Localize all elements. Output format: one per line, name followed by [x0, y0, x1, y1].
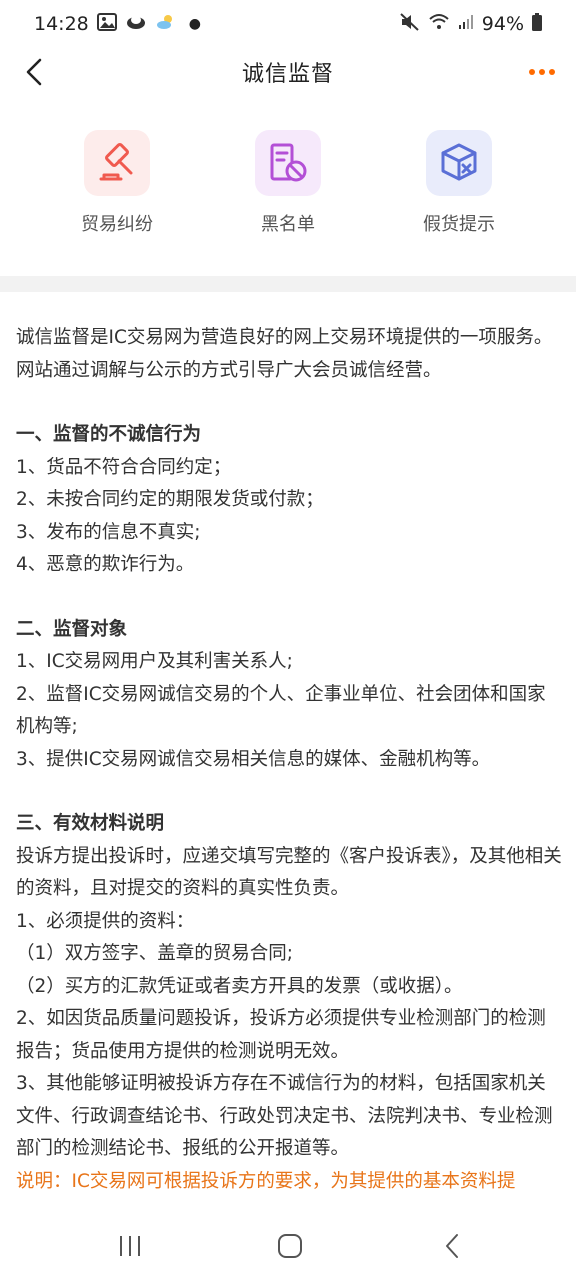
- list-item: 3、提供IC交易网诚信交易相关信息的媒体、金融机构等。: [16, 748, 491, 770]
- section-heading: 二、监督对象: [16, 618, 128, 640]
- list-item: 1、必须提供的资料：: [16, 910, 195, 932]
- section-divider: [0, 276, 576, 292]
- wifi-icon: [428, 13, 450, 36]
- nav-back-icon: [446, 1234, 458, 1258]
- more-dots-icon: [529, 69, 555, 75]
- feature-label: 贸易纠纷: [81, 214, 153, 235]
- page-title: 诚信监督: [241, 62, 334, 87]
- more-menu-button[interactable]: [526, 56, 558, 88]
- list-item: 4、恶意的欺诈行为。: [16, 554, 195, 575]
- system-nav-bar: [0, 1212, 576, 1280]
- battery-icon: [532, 12, 542, 36]
- list-item: 投诉方提出投诉时，应递交填写完整的《客户投诉表》，及其他相关的资料，且对提交的资…: [16, 845, 562, 900]
- article-content: 诚信监督是IC交易网为营造良好的网上交易环境提供的一项服务。网站通过调解与公示的…: [16, 322, 562, 1198]
- note-text: 说明：IC交易网可根据投诉方的要求，为其提供的基本资料提: [16, 1170, 516, 1192]
- notification-dot-icon: ●: [188, 16, 201, 32]
- recent-apps-icon: [120, 1236, 140, 1256]
- feature-fake-goods[interactable]: 假货提示: [389, 130, 529, 250]
- recent-apps-button[interactable]: [110, 1226, 150, 1266]
- feature-trade-dispute[interactable]: 贸易纠纷: [47, 130, 187, 250]
- nav-back-button[interactable]: [432, 1226, 472, 1266]
- status-right: 94%: [400, 12, 542, 36]
- fake-box-icon: [441, 143, 477, 181]
- gavel-icon: [99, 143, 133, 181]
- status-time: 14:28: [34, 13, 89, 35]
- list-item: 2、如因货品质量问题投诉，投诉方必须提供专业检测部门的检测报告；货品使用方提供的…: [16, 1008, 546, 1062]
- feature-tile: [255, 130, 321, 196]
- list-item: 3、发布的信息不真实;: [16, 521, 201, 543]
- feature-label: 黑名单: [261, 214, 315, 235]
- status-bar: 14:28 ● 94%: [0, 0, 576, 48]
- status-left: 14:28 ●: [34, 12, 201, 36]
- intro-paragraph: 诚信监督是IC交易网为营造良好的网上交易环境提供的一项服务。网站通过调解与公示的…: [16, 327, 553, 381]
- list-item: 1、货品不符合合同约定；: [16, 456, 232, 478]
- weather-app-icon: [125, 13, 147, 36]
- section-heading: 三、有效材料说明: [16, 813, 165, 834]
- battery-percent: 94%: [481, 13, 524, 35]
- list-item: 1、IC交易网用户及其利害关系人;: [16, 651, 293, 672]
- feature-shortcuts: 贸易纠纷 黑名单 假货提示: [0, 130, 576, 250]
- feature-tile: [84, 130, 150, 196]
- home-icon: [278, 1234, 302, 1258]
- signal-icon: [458, 13, 474, 35]
- cloud-sun-icon: [155, 13, 175, 35]
- list-item: 3、其他能够证明被投诉方存在不诚信行为的材料，包括国家机关文件、行政调查结论书、…: [16, 1073, 553, 1159]
- gallery-icon: [96, 12, 117, 36]
- feature-blacklist[interactable]: 黑名单: [218, 130, 358, 250]
- mute-icon: [400, 12, 420, 36]
- feature-tile: [426, 130, 492, 196]
- back-button[interactable]: [18, 56, 50, 88]
- app-header: 诚信监督: [0, 48, 576, 96]
- list-item: 2、监督IC交易网诚信交易的个人、企事业单位、社会团体和国家机构等;: [16, 683, 546, 738]
- list-item: 2、未按合同约定的期限发货或付款；: [16, 489, 324, 510]
- feature-label: 假货提示: [423, 214, 495, 235]
- list-item: （2）买方的汇款凭证或者卖方开具的发票（或收据）。: [16, 975, 463, 997]
- section-heading: 一、监督的不诚信行为: [16, 424, 202, 445]
- list-item: （1）双方签字、盖章的贸易合同;: [16, 943, 294, 964]
- back-arrow-icon: [26, 58, 42, 86]
- home-button[interactable]: [270, 1226, 310, 1266]
- blacklist-icon: [270, 143, 307, 182]
